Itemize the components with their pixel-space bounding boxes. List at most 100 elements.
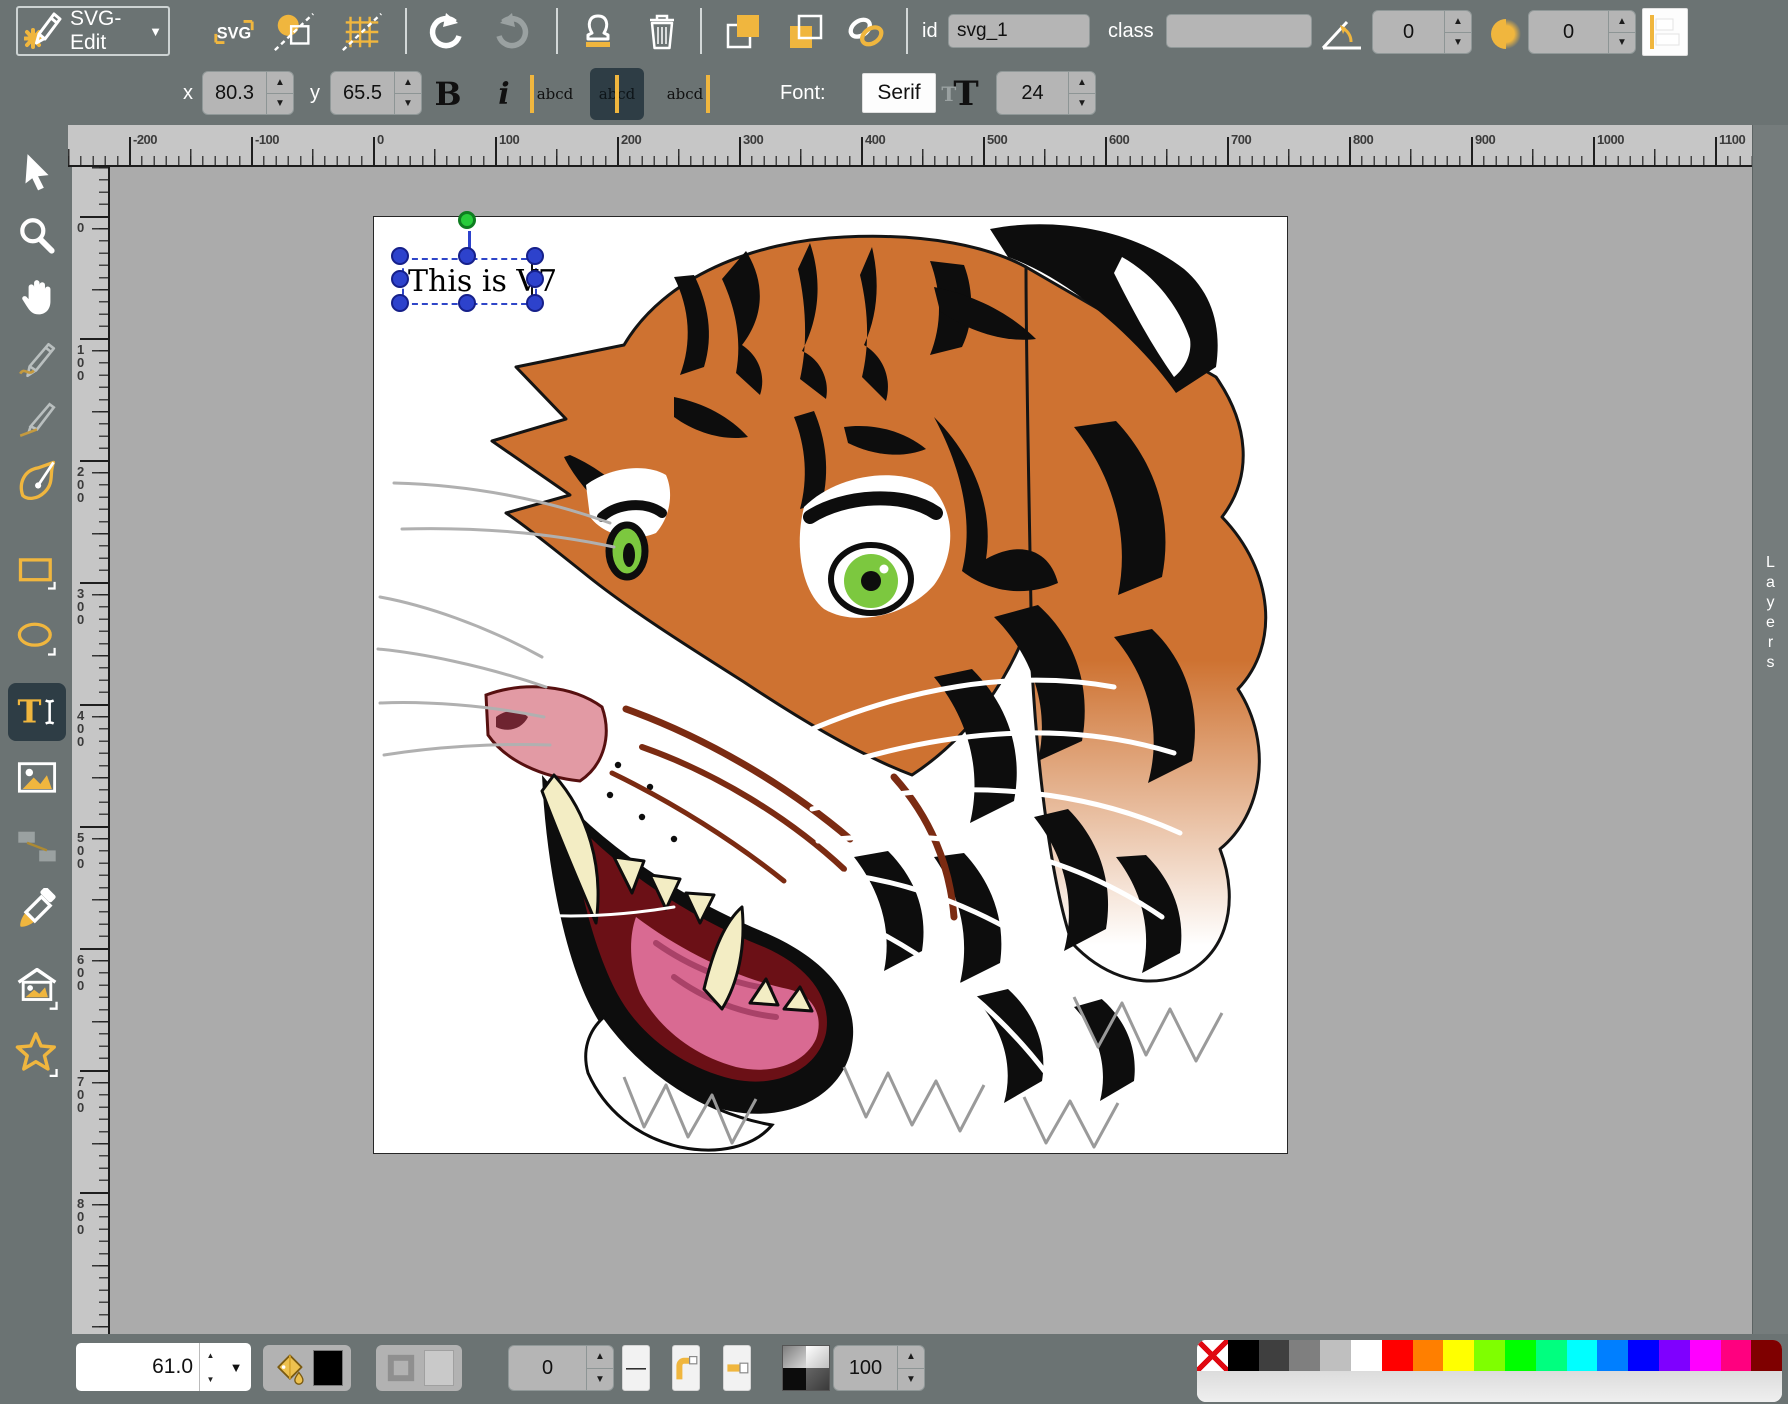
spinner-arrows[interactable]: ▲▼: [1068, 72, 1095, 114]
palette-swatch[interactable]: [1413, 1340, 1444, 1371]
spinner-arrows[interactable]: ▲▼: [1444, 11, 1471, 53]
resize-handle-ne[interactable]: [526, 247, 544, 265]
source-editor-button[interactable]: SVG: [212, 12, 256, 52]
tool-eyedropper[interactable]: [14, 887, 60, 933]
text-anchor-end-button[interactable]: abcd: [662, 72, 708, 116]
angle-spinner[interactable]: ▲▼: [1372, 10, 1472, 54]
align-position-button[interactable]: [1642, 8, 1688, 56]
spinner-arrows[interactable]: ▲▼: [897, 1346, 924, 1390]
angle-input[interactable]: [1373, 11, 1444, 53]
move-to-bottom-button[interactable]: [784, 12, 828, 52]
linecap-button[interactable]: [723, 1345, 751, 1391]
palette-swatch[interactable]: [1597, 1340, 1628, 1371]
resize-handle-w[interactable]: [391, 270, 409, 288]
tool-path[interactable]: [14, 457, 60, 503]
resize-handle-s[interactable]: [458, 294, 476, 312]
palette-swatch[interactable]: [1505, 1340, 1536, 1371]
tool-ellipse[interactable]: [14, 615, 60, 661]
palette-swatch[interactable]: [1628, 1340, 1659, 1371]
text-anchor-start-button[interactable]: abcd: [532, 72, 578, 116]
font-size-input[interactable]: [997, 72, 1068, 114]
tool-rectangle[interactable]: [14, 549, 60, 595]
text-anchor-middle-button[interactable]: abcd: [590, 68, 644, 120]
linejoin-button[interactable]: [672, 1345, 700, 1391]
tool-zoom[interactable]: [14, 213, 60, 259]
tool-image[interactable]: [14, 755, 60, 801]
tool-shape-library[interactable]: [14, 965, 60, 1011]
stroke-dash-button[interactable]: —: [622, 1345, 650, 1391]
palette-swatch[interactable]: [1443, 1340, 1474, 1371]
stroke-color-control[interactable]: [376, 1345, 462, 1391]
class-input[interactable]: [1166, 14, 1312, 48]
stroke-width-input[interactable]: [509, 1346, 586, 1390]
zoom-dropdown-arrow[interactable]: ▼: [221, 1343, 251, 1391]
tool-select[interactable]: [14, 149, 60, 195]
svg-canvas[interactable]: [373, 216, 1288, 1154]
tool-star[interactable]: [14, 1031, 60, 1077]
resize-handle-se[interactable]: [526, 294, 544, 312]
spinner-arrows[interactable]: ▲▼: [586, 1346, 613, 1390]
ruler-label: -200: [133, 132, 157, 147]
resize-handle-e[interactable]: [526, 270, 544, 288]
resize-handle-n[interactable]: [458, 247, 476, 265]
palette-swatch[interactable]: [1536, 1340, 1567, 1371]
palette-swatch[interactable]: [1351, 1340, 1382, 1371]
palette-swatch[interactable]: [1320, 1340, 1351, 1371]
stroke-color-swatch[interactable]: [424, 1350, 454, 1386]
resize-handle-nw[interactable]: [391, 247, 409, 265]
redo-button[interactable]: [490, 12, 534, 52]
zoom-spinner-arrows[interactable]: ▲▼: [199, 1343, 221, 1391]
bold-button[interactable]: B: [430, 76, 466, 112]
palette-swatch[interactable]: [1751, 1340, 1782, 1371]
palette-swatch[interactable]: [1382, 1340, 1413, 1371]
palette-swatch[interactable]: [1567, 1340, 1598, 1371]
palette-swatch[interactable]: [1659, 1340, 1690, 1371]
tool-text[interactable]: T: [8, 683, 66, 741]
tool-pan[interactable]: [14, 273, 60, 319]
opacity-spinner[interactable]: ▲▼: [833, 1345, 925, 1391]
x-spinner[interactable]: ▲▼: [202, 71, 294, 115]
font-family-button[interactable]: Serif: [862, 73, 936, 113]
fill-color-control[interactable]: [263, 1345, 351, 1391]
palette-swatch[interactable]: [1259, 1340, 1290, 1371]
resize-handle-sw[interactable]: [391, 294, 409, 312]
editor-preferences-button[interactable]: [340, 12, 384, 52]
layers-panel-toggle[interactable]: Layers: [1752, 125, 1788, 1334]
palette-swatch[interactable]: [1690, 1340, 1721, 1371]
tool-line[interactable]: [14, 397, 60, 443]
blur-spinner[interactable]: ▲▼: [1528, 10, 1636, 54]
opacity-input[interactable]: [834, 1346, 897, 1390]
ruler-tick: [80, 826, 108, 828]
zoom-input[interactable]: [76, 1343, 199, 1391]
y-spinner[interactable]: ▲▼: [330, 71, 422, 115]
palette-swatch[interactable]: [1721, 1340, 1752, 1371]
italic-button[interactable]: i: [486, 76, 522, 112]
x-input[interactable]: [203, 72, 266, 114]
document-properties-button[interactable]: [272, 12, 316, 52]
main-menu-button[interactable]: SVG-Edit ▼: [16, 6, 170, 56]
ruler-label: 500: [987, 132, 1007, 147]
palette-swatch[interactable]: [1474, 1340, 1505, 1371]
move-to-top-button[interactable]: [722, 12, 766, 52]
fill-color-swatch[interactable]: [313, 1350, 343, 1386]
y-input[interactable]: [331, 72, 394, 114]
hyperlink-button[interactable]: [844, 12, 888, 52]
palette-swatch-none[interactable]: [1197, 1340, 1228, 1371]
zoom-control[interactable]: ▲▼ ▼: [76, 1343, 251, 1391]
blur-input[interactable]: [1529, 11, 1608, 53]
clone-button[interactable]: [576, 12, 620, 52]
tool-pencil[interactable]: [14, 337, 60, 383]
spinner-arrows[interactable]: ▲▼: [394, 72, 421, 114]
spinner-arrows[interactable]: ▲▼: [266, 72, 293, 114]
palette-swatch[interactable]: [1228, 1340, 1259, 1371]
tool-connector[interactable]: [14, 823, 60, 869]
undo-button[interactable]: [424, 12, 468, 52]
palette-swatch[interactable]: [1289, 1340, 1320, 1371]
id-input[interactable]: [948, 14, 1090, 48]
stroke-width-spinner[interactable]: ▲▼: [508, 1345, 614, 1391]
font-size-spinner[interactable]: ▲▼: [996, 71, 1096, 115]
text-toolbar: x ▲▼ y ▲▼ B i abcd abcd abcd Font: Serif…: [0, 62, 1788, 125]
spinner-arrows[interactable]: ▲▼: [1608, 11, 1635, 53]
delete-button[interactable]: [640, 12, 684, 52]
rotate-handle[interactable]: [458, 211, 476, 229]
